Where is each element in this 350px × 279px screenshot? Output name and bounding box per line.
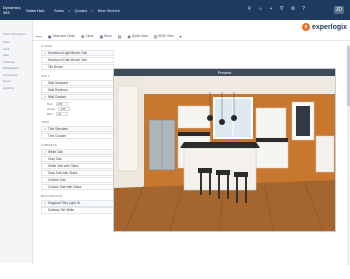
option-item[interactable]: Tile Brown [41, 63, 114, 71]
nav-item[interactable]: Doors [3, 79, 30, 83]
book-icon: ▦ [99, 33, 104, 39]
nav-item[interactable]: Backsplash [3, 66, 30, 70]
option-item[interactable]: Gray Oak with Glass [41, 170, 114, 177]
back-button[interactable]: ⟵ [36, 34, 42, 39]
module-name[interactable]: Sales Hub [26, 8, 48, 13]
breadcrumb-item[interactable]: Quotes [74, 8, 87, 13]
option-item[interactable]: Custom Oak [41, 177, 114, 184]
trim-group: TRIM ✓ Trim Standard Trim Custom [41, 120, 114, 140]
gear-icon[interactable]: ⚙ [291, 6, 295, 12]
option-item[interactable]: Trim Custom [41, 133, 114, 140]
breadcrumb-item: New Kitchen [97, 7, 121, 13]
breadcrumb-separator: > [68, 7, 71, 13]
green-input[interactable]: 128 [58, 106, 71, 111]
blue-input[interactable]: 64 [56, 111, 69, 116]
left-navigation: Sales Navigation Sites Area Plan Cabinet… [0, 20, 33, 263]
main-content: e experlogix ⟵ ▣ Save and Close ✖ Close ▦ B… [33, 20, 350, 266]
breadcrumb: Sales > Quotes > New Kitchen [54, 8, 120, 13]
experlogix-logo: e experlogix [301, 22, 347, 32]
group-header: TRIM [41, 120, 49, 125]
option-item[interactable]: Hardwood Dark Brown Oak [41, 56, 114, 64]
eye-icon: ◉ [127, 33, 131, 39]
option-item[interactable]: White Oak with Glass [41, 163, 114, 170]
nav-item[interactable]: Cabinets [3, 60, 30, 64]
close-button[interactable]: ✖ Close [81, 34, 94, 39]
option-item[interactable]: Custom Oak with Glass [41, 184, 114, 191]
lightbulb-icon[interactable]: ☼ [258, 6, 263, 12]
option-item[interactable]: Gray Oak [41, 156, 114, 163]
preview-title: Preview [114, 69, 335, 76]
configurator-options-panel: FLOOR ✓ Hardwood Light Brown Oak Hardwood… [41, 44, 114, 279]
nav-item[interactable]: Lighting [3, 86, 30, 90]
group-header: BACKSPLASH [41, 194, 63, 199]
back-arrow-icon: ⟵ [36, 33, 42, 39]
red-input[interactable]: 255 [55, 101, 68, 106]
search-icon[interactable]: ⚲ [247, 6, 251, 12]
close-icon: ✖ [81, 33, 85, 39]
custom-blue-field: Blue 64 [41, 111, 114, 116]
plus-icon[interactable]: + [270, 6, 273, 12]
book-button[interactable]: ▦ Book [100, 34, 112, 39]
group-header: FLOOR [41, 44, 52, 48]
option-item[interactable]: ✓ Trim Standard [41, 126, 114, 133]
filter-icon[interactable]: ⛛ [280, 6, 284, 12]
breadcrumb-separator: > [91, 7, 94, 13]
bom-view-button[interactable]: ▥ BOM View [154, 34, 174, 39]
option-item[interactable]: Wall Standard [41, 80, 114, 87]
logo-mark-icon: e [301, 23, 310, 31]
more-button[interactable]: ▾ [180, 34, 182, 39]
save-and-close-button[interactable]: ▣ Save and Close [48, 34, 75, 39]
chevron-down-icon: ▾ [179, 33, 182, 39]
option-item[interactable]: ✓ Wall Custom [41, 94, 114, 101]
help-icon[interactable]: ? [302, 6, 305, 12]
grid-icon: ▤ [117, 33, 122, 39]
option-item[interactable]: ✓ White Oak [41, 149, 114, 156]
avatar[interactable]: JD [333, 6, 344, 14]
group-header: WALL [41, 74, 50, 79]
flooring-group: FLOOR ✓ Hardwood Light Brown Oak Hardwood… [41, 44, 114, 71]
group-header: CABINETS [41, 143, 57, 148]
logo-wordmark: experlogix [311, 23, 347, 31]
option-item[interactable]: ✓ Diagonal Tiles Light Gr. [41, 200, 114, 207]
preview-panel: Preview [113, 68, 336, 232]
save-icon: ▣ [47, 33, 52, 39]
quick-view-button[interactable]: ◉ Quick View [127, 34, 147, 39]
grid-button[interactable]: ▤ [118, 34, 122, 39]
breadcrumb-item[interactable]: Sales [54, 8, 64, 13]
kitchen-render-image [114, 76, 335, 231]
option-item[interactable]: Subway Tile White [41, 207, 114, 214]
list-icon: ▥ [153, 33, 158, 39]
option-item[interactable]: ✓ Hardwood Light Brown Oak [41, 50, 114, 57]
nav-item[interactable]: Plan [3, 53, 30, 57]
top-navigation-bar: Dynamics 365 Sales Hub Sales > Quotes > … [0, 0, 350, 20]
cabinets-group: CABINETS ✓ White Oak Gray Oak White Oak w… [41, 143, 114, 191]
command-bar: ⟵ ▣ Save and Close ✖ Close ▦ Book ▤ ◉ Quick … [33, 32, 350, 41]
backsplash-group: BACKSPLASH ✓ Diagonal Tiles Light Gr. Sub… [41, 194, 114, 214]
nav-item[interactable]: Countertop [3, 73, 30, 77]
nav-item[interactable]: Sites [3, 40, 30, 44]
app-title[interactable]: Dynamics 365 [0, 5, 26, 15]
nav-header: Sales Navigation [3, 32, 26, 36]
option-item[interactable]: Wall Rainbow [41, 87, 114, 94]
nav-item[interactable]: Area [3, 47, 30, 51]
walls-group: WALL Wall Standard Wall Rainbow ✓ Wall Cu… [41, 74, 114, 116]
